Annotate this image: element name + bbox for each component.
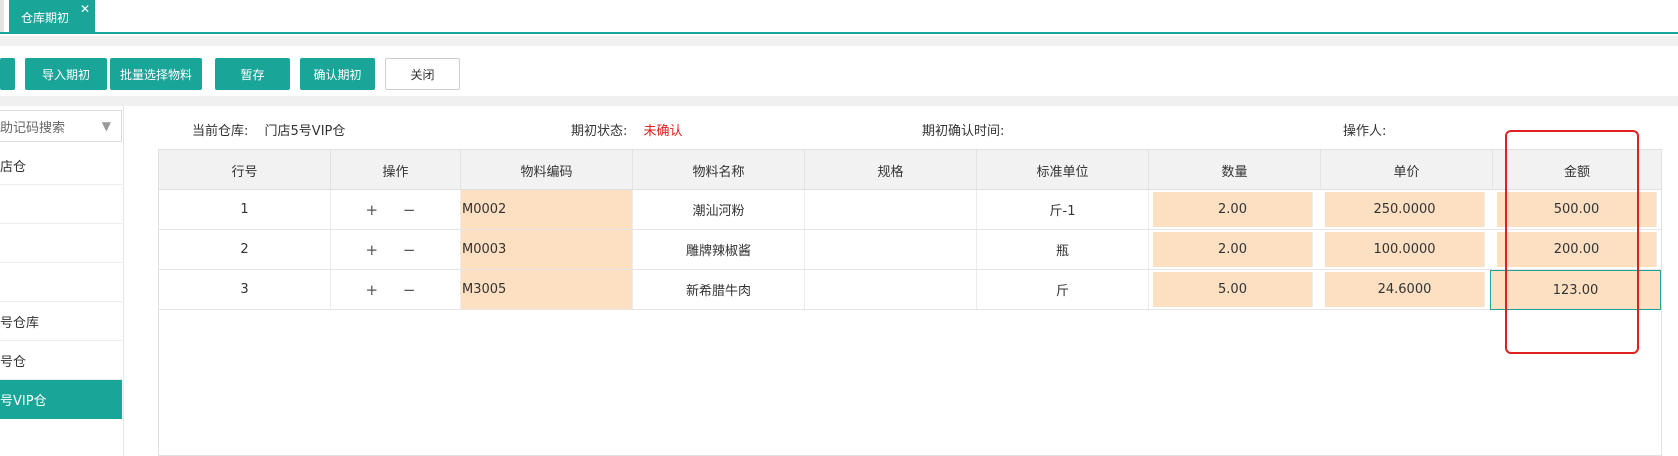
- tab-warehouse-opening[interactable]: 仓库期初 ✕: [9, 0, 95, 34]
- cell-row-no: 2: [159, 230, 331, 269]
- column-header-ops: 操作: [331, 150, 461, 190]
- column-header-name: 物料名称: [633, 150, 805, 190]
- cell-unit: 斤: [977, 270, 1149, 309]
- opening-stock-table: 行号 操作 物料编码 物料名称 规格 标准单位 数量 单价 金额 1 + − M…: [158, 149, 1662, 456]
- table-row: 2 + − M0003 雕牌辣椒酱 瓶 2.00 100.0000 200.00: [159, 230, 1661, 270]
- mnemonic-search-select[interactable]: 助记码搜索 ▼: [0, 110, 122, 142]
- cell-unit-price-input[interactable]: 24.6000: [1325, 272, 1485, 307]
- cell-amount-input[interactable]: 500.00: [1497, 192, 1657, 227]
- warehouse-value: 门店5号VIP仓: [264, 124, 346, 139]
- sidebar-item[interactable]: 店仓: [0, 146, 122, 185]
- sidebar-item[interactable]: [0, 224, 122, 263]
- cell-material-code[interactable]: M0002: [461, 190, 633, 229]
- cell-spec: [805, 230, 977, 269]
- current-warehouse-info: 当前仓库: 门店5号VIP仓: [192, 120, 345, 139]
- confirm-time-info: 期初确认时间:: [922, 120, 1004, 139]
- sidebar-item[interactable]: [0, 185, 122, 224]
- sidebar-item[interactable]: [0, 263, 122, 302]
- chevron-down-icon: ▼: [101, 119, 111, 133]
- table-row: 1 + − M0002 潮汕河粉 斤-1 2.00 250.0000 500.0…: [159, 190, 1661, 230]
- save-draft-button[interactable]: 暂存: [215, 58, 290, 90]
- confirm-opening-button[interactable]: 确认期初: [300, 58, 375, 90]
- separator: [0, 36, 1678, 46]
- toolbar: 导入期初 批量选择物料 暂存 确认期初 关闭: [0, 46, 1678, 96]
- warehouse-sidebar: 助记码搜索 ▼ 店仓 号仓库 号仓 号VIP仓: [0, 106, 124, 456]
- cell-material-code[interactable]: M3005: [461, 270, 633, 309]
- sidebar-item-active[interactable]: 号VIP仓: [0, 380, 122, 419]
- cell-material-name: 雕牌辣椒酱: [633, 230, 805, 269]
- operator-info: 操作人:: [1343, 120, 1386, 139]
- close-button[interactable]: 关闭: [385, 58, 460, 90]
- sidebar-item[interactable]: 号仓: [0, 341, 122, 380]
- cell-unit-price-input[interactable]: 250.0000: [1325, 192, 1485, 227]
- column-header-row-no: 行号: [159, 150, 331, 190]
- status-value: 未确认: [643, 124, 683, 139]
- operator-label: 操作人:: [1343, 124, 1387, 139]
- cell-spec: [805, 270, 977, 309]
- tab-stub[interactable]: [0, 0, 4, 32]
- cell-add-remove-buttons[interactable]: + −: [331, 270, 461, 309]
- column-header-amount: 金额: [1563, 164, 1590, 180]
- cell-material-name: 潮汕河粉: [633, 190, 805, 229]
- cell-quantity-input[interactable]: 5.00: [1153, 272, 1313, 307]
- cell-add-remove-buttons[interactable]: + −: [331, 230, 461, 269]
- cell-row-no: 3: [159, 270, 331, 309]
- cell-material-name: 新希腊牛肉: [633, 270, 805, 309]
- cell-unit-price-input[interactable]: 100.0000: [1325, 232, 1485, 267]
- opening-status-info: 期初状态: 未确认: [571, 120, 683, 139]
- cell-amount-input[interactable]: 200.00: [1497, 232, 1657, 267]
- column-header-code: 物料编码: [461, 150, 633, 190]
- cell-quantity-input[interactable]: 2.00: [1153, 232, 1313, 267]
- column-header-qty: 数量: [1149, 150, 1321, 190]
- sidebar-item[interactable]: 号仓库: [0, 302, 122, 341]
- batch-select-materials-button[interactable]: 批量选择物料: [110, 58, 202, 90]
- cell-add-remove-buttons[interactable]: + −: [331, 190, 461, 229]
- import-opening-button[interactable]: 导入期初: [25, 58, 107, 90]
- column-header-price: 单价: [1321, 150, 1493, 190]
- cell-unit: 斤-1: [977, 190, 1149, 229]
- tab-label: 仓库期初: [21, 10, 70, 25]
- cell-unit: 瓶: [977, 230, 1149, 269]
- cell-material-code[interactable]: M0003: [461, 230, 633, 269]
- close-icon[interactable]: ✕: [80, 3, 90, 15]
- search-placeholder: 助记码搜索: [0, 120, 66, 136]
- cell-row-no: 1: [159, 190, 331, 229]
- column-header-spec: 规格: [805, 150, 977, 190]
- tab-bar: 仓库期初 ✕: [0, 0, 1678, 34]
- toolbar-cut-off-button[interactable]: [0, 58, 15, 90]
- cell-spec: [805, 190, 977, 229]
- warehouse-label: 当前仓库:: [192, 124, 249, 139]
- table-header: 行号 操作 物料编码 物料名称 规格 标准单位 数量 单价 金额: [159, 150, 1661, 190]
- column-header-unit: 标准单位: [977, 150, 1149, 190]
- status-label: 期初状态:: [571, 124, 628, 139]
- cell-amount-input-selected[interactable]: 123.00: [1490, 270, 1661, 310]
- table-row: 3 + − M3005 新希腊牛肉 斤 5.00 24.6000 123.00: [159, 270, 1661, 310]
- cell-quantity-input[interactable]: 2.00: [1153, 192, 1313, 227]
- confirm-time-label: 期初确认时间:: [922, 124, 1005, 139]
- separator: [0, 96, 1678, 106]
